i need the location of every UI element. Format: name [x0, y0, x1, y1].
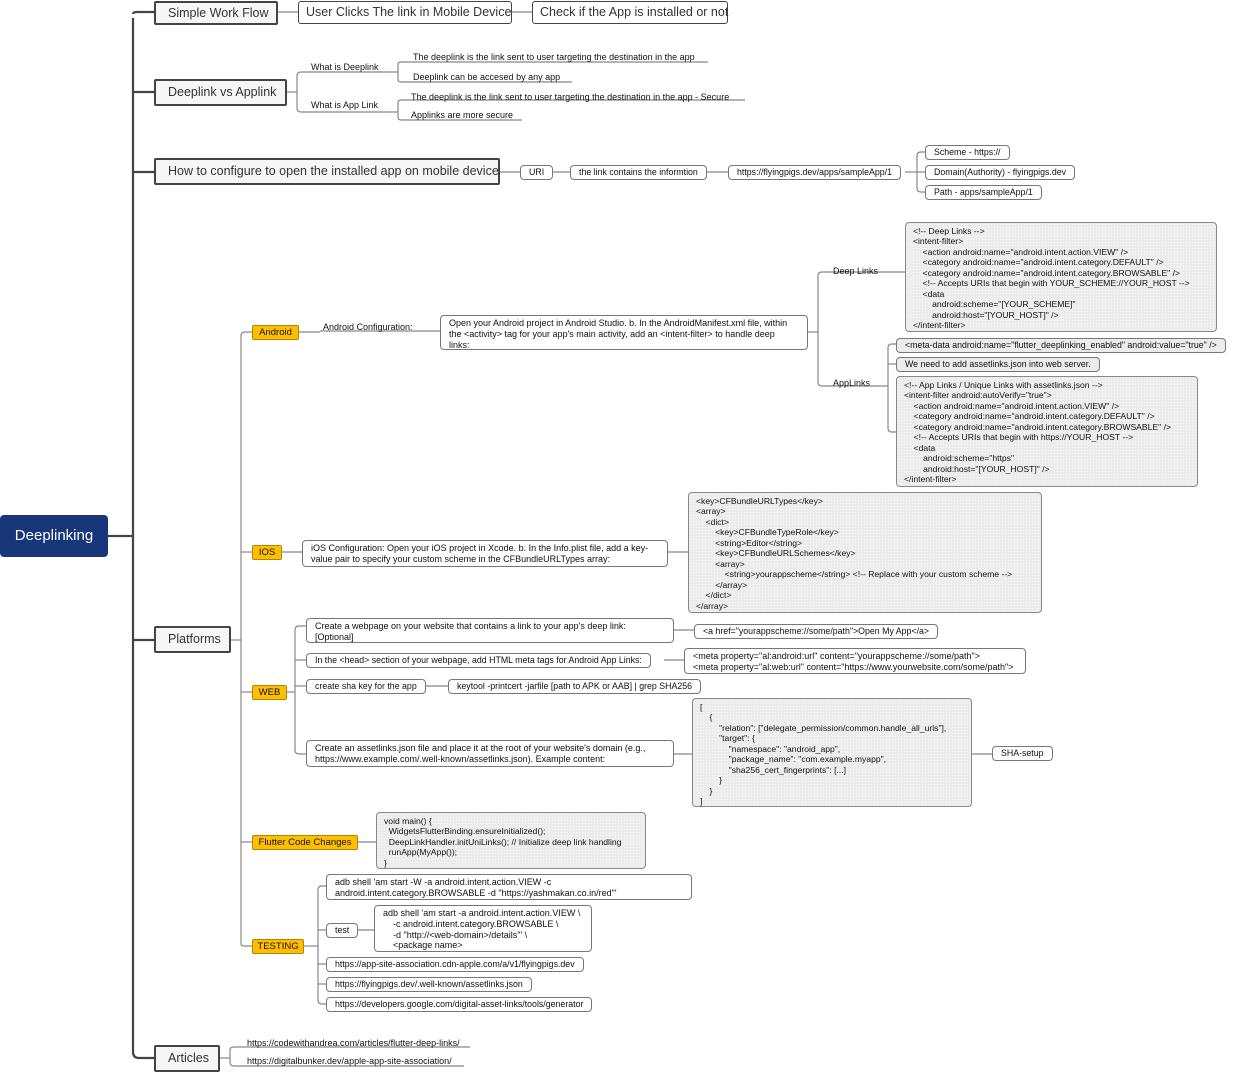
deeplink-access-note[interactable]: Deeplink can be accesed by any app [413, 72, 560, 83]
label-what-is-deeplink[interactable]: What is Deeplink [311, 62, 379, 73]
node-uri-scheme[interactable]: Scheme - https:// [925, 145, 1010, 160]
android-deep-links-code[interactable]: <!-- Deep Links --> <intent-filter> <act… [905, 222, 1217, 332]
web-create-sha-key[interactable]: create sha key for the app [306, 679, 426, 694]
node-workflow-step-1[interactable]: User Clicks The link in Mobile Device [298, 1, 512, 24]
flutter-main-code[interactable]: void main() { WidgetsFlutterBinding.ensu… [376, 812, 646, 869]
web-meta-tags-code[interactable]: <meta property="al:android:url" content=… [684, 648, 1026, 674]
node-simple-work-flow[interactable]: Simple Work Flow [154, 1, 278, 25]
applink-definition[interactable]: The deeplink is the link sent to user ta… [411, 92, 729, 103]
root-node[interactable]: Deeplinking [0, 515, 108, 557]
article-link-digitalbunker[interactable]: https://digitalbunker.dev/apple-app-site… [247, 1056, 452, 1067]
node-platforms[interactable]: Platforms [154, 626, 231, 653]
label-android-configuration[interactable]: Android Configuration: [323, 322, 413, 333]
applinks-assetlinks-note[interactable]: We need to add assetlinks.json into web … [896, 357, 1100, 372]
deeplink-definition[interactable]: The deeplink is the link sent to user ta… [413, 52, 695, 63]
article-link-codewithandrea[interactable]: https://codewithandrea.com/articles/flut… [247, 1038, 460, 1049]
android-applinks-code[interactable]: <!-- App Links / Unique Links with asset… [896, 376, 1198, 487]
node-uri-domain[interactable]: Domain(Authority) - flyingpigs.dev [925, 165, 1076, 180]
label-what-is-app-link[interactable]: What is App Link [311, 100, 378, 111]
applink-security-note[interactable]: Applinks are more secure [411, 110, 513, 121]
testing-test-label[interactable]: test [326, 923, 359, 938]
web-deeplink-anchor-code[interactable]: <a href="yourappscheme://some/path">Open… [694, 624, 939, 639]
tag-android[interactable]: Android [252, 325, 299, 340]
web-keytool-command[interactable]: keytool -printcert -jarfile [path to APK… [448, 679, 702, 694]
label-applinks[interactable]: AppLinks [833, 378, 870, 389]
testing-adb-command[interactable]: adb shell 'am start -W -a android.intent… [326, 874, 692, 900]
tag-testing[interactable]: TESTING [252, 939, 304, 954]
web-meta-tags-instruction[interactable]: In the <head> section of your webpage, a… [306, 653, 651, 668]
android-config-instructions[interactable]: Open your Android project in Android Stu… [440, 315, 808, 350]
ios-plist-code[interactable]: <key>CFBundleURLTypes</key> <array> <dic… [688, 492, 1042, 613]
node-uri[interactable]: URI [520, 165, 554, 180]
label-deep-links[interactable]: Deep Links [833, 266, 878, 277]
tag-ios[interactable]: IOS [252, 545, 282, 560]
web-assetlinks-instruction[interactable]: Create an assetlinks.json file and place… [306, 740, 674, 767]
node-how-to-configure[interactable]: How to configure to open the installed a… [154, 158, 500, 185]
ios-config-instructions[interactable]: iOS Configuration: Open your iOS project… [302, 540, 668, 567]
node-sha-setup[interactable]: SHA-setup [992, 746, 1053, 761]
testing-link-apple-aasa[interactable]: https://app-site-association.cdn-apple.c… [326, 957, 584, 972]
tag-flutter-code-changes[interactable]: Flutter Code Changes [252, 835, 358, 850]
testing-link-google-generator[interactable]: https://developers.google.com/digital-as… [326, 997, 593, 1012]
web-create-webpage[interactable]: Create a webpage on your website that co… [306, 618, 674, 643]
web-assetlinks-json-code[interactable]: [ { "relation": ["delegate_permission/co… [692, 698, 972, 807]
tag-web[interactable]: WEB [252, 685, 287, 700]
testing-link-assetlinks[interactable]: https://flyingpigs.dev/.well-known/asset… [326, 977, 532, 992]
node-uri-path[interactable]: Path - apps/sampleApp/1 [925, 185, 1042, 200]
node-workflow-step-2[interactable]: Check if the App is installed or not [532, 1, 728, 24]
node-uri-description[interactable]: the link contains the informtion [570, 165, 707, 180]
node-deeplink-vs-applink[interactable]: Deeplink vs Applink [154, 79, 287, 106]
node-example-url[interactable]: https://flyingpigs.dev/apps/sampleApp/1 [728, 165, 902, 180]
testing-test-command[interactable]: adb shell 'am start -a android.intent.ac… [374, 905, 592, 952]
node-articles[interactable]: Articles [154, 1045, 220, 1072]
applinks-meta-data[interactable]: <meta-data android:name="flutter_deeplin… [896, 338, 1226, 353]
